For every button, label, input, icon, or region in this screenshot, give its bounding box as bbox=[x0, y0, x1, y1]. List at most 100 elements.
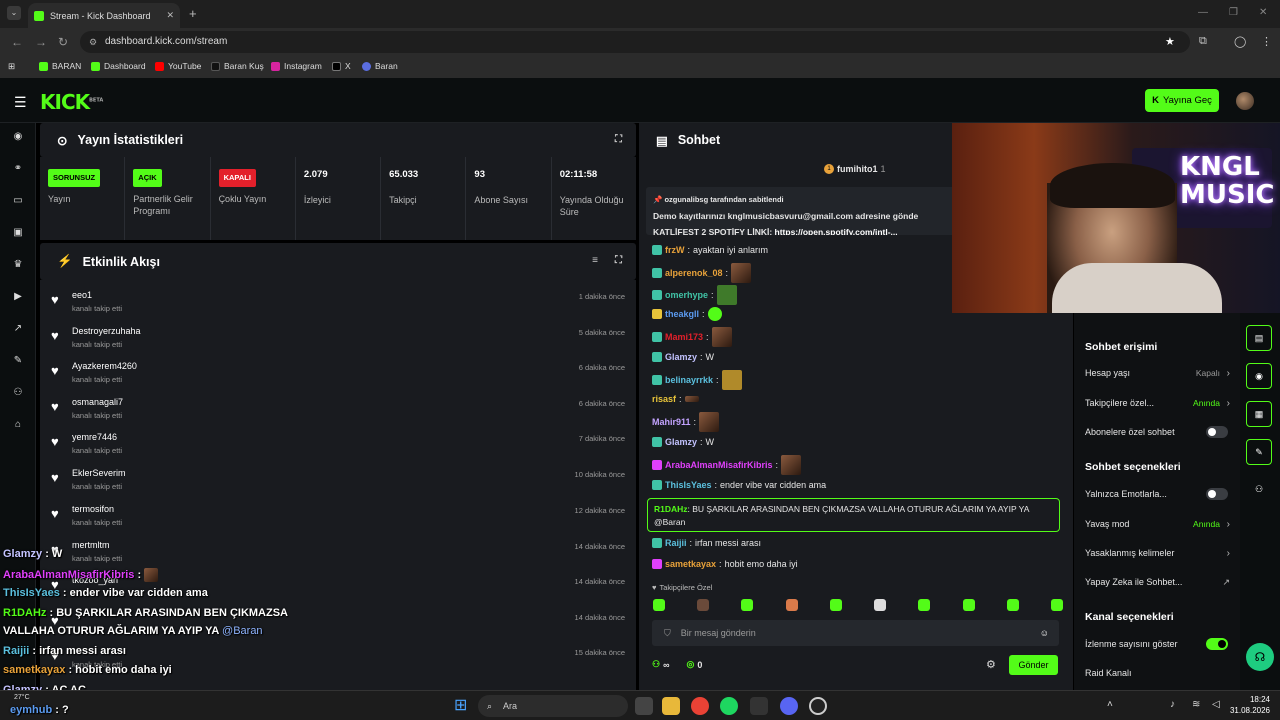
setting-subs-only[interactable]: Abonelere özel sohbet bbox=[1085, 426, 1230, 438]
emote-icon[interactable] bbox=[1050, 599, 1063, 611]
chat-username[interactable]: Raijii bbox=[665, 538, 687, 548]
emote-icon[interactable] bbox=[829, 599, 842, 611]
list-item[interactable]: ♥ eeo1 kanalı takip etti 1 dakika önce bbox=[40, 286, 636, 321]
url-input[interactable]: ⚙ dashboard.kick.com/stream bbox=[80, 31, 1190, 53]
chat-username[interactable]: Glamzy bbox=[665, 352, 697, 362]
emotes-only-toggle[interactable] bbox=[1206, 488, 1228, 500]
apps-icon[interactable]: ⊞ bbox=[8, 61, 15, 72]
tools-icon[interactable]: ✎ bbox=[1246, 439, 1272, 465]
list-item[interactable]: ♥ osmanagali7 kanalı takip etti 6 dakika ön… bbox=[40, 393, 636, 428]
chat-username[interactable]: frzW bbox=[665, 245, 685, 255]
list-item[interactable]: ♥ termosifon kanalı takip etti 12 dakika ön… bbox=[40, 500, 636, 535]
discord-icon[interactable] bbox=[780, 697, 798, 715]
emoji-icon[interactable]: ☺ bbox=[1040, 628, 1049, 638]
bookmark-dashboard[interactable]: Dashboard bbox=[91, 61, 146, 71]
volume-icon[interactable]: ◁ bbox=[1212, 699, 1220, 710]
analytics-icon[interactable]: ↗ bbox=[12, 323, 24, 335]
setting-emotes-only[interactable]: Yalnızca Emotlarla... bbox=[1085, 488, 1230, 500]
system-clock[interactable]: 18:24 31.08.2026 bbox=[1230, 694, 1270, 716]
emote-icon[interactable] bbox=[653, 599, 665, 611]
setting-followers-only[interactable]: Takipçilere özel... Anında › bbox=[1085, 398, 1230, 409]
forward-icon[interactable]: → bbox=[35, 35, 47, 49]
setting-ai-chat[interactable]: Yapay Zeka ile Sohbet... ↗ bbox=[1085, 577, 1230, 588]
stream-icon[interactable]: ◉ bbox=[12, 131, 24, 143]
users-icon[interactable]: ⚇ bbox=[652, 659, 660, 670]
chat-username[interactable]: theakgll bbox=[665, 309, 699, 319]
window-icon[interactable]: ▭ bbox=[12, 195, 24, 207]
expand-icon[interactable]: ⛶ bbox=[615, 134, 622, 145]
video-icon[interactable]: ▶ bbox=[12, 291, 24, 303]
bookmark-star-icon[interactable]: ★ bbox=[1165, 35, 1175, 48]
kick-logo[interactable]: KICKBETA bbox=[40, 90, 103, 114]
chat-username[interactable]: ThisIsYaes bbox=[665, 480, 712, 490]
bookmark-instagram[interactable]: Instagram bbox=[271, 61, 322, 71]
emote-icon[interactable] bbox=[741, 599, 754, 611]
support-icon[interactable]: ☊ bbox=[1246, 643, 1274, 671]
list-item[interactable]: ♥ EklerSeverim kanalı takip etti 10 dakika … bbox=[40, 464, 636, 499]
tab-stream[interactable]: Stream - Kick Dashboard ✕ bbox=[28, 3, 180, 28]
emote-icon[interactable] bbox=[962, 599, 975, 611]
chat-icon[interactable]: ▤ bbox=[1246, 325, 1272, 351]
avatar[interactable] bbox=[1236, 92, 1254, 110]
windows-start-icon[interactable]: ⊞ bbox=[454, 697, 472, 715]
chat-username[interactable]: omerhype bbox=[665, 290, 708, 300]
chat-input[interactable]: ⛉ Bir mesaj gönderin ☺ bbox=[652, 620, 1059, 646]
setting-banned-words[interactable]: Yasaklanmış kelimeler › bbox=[1085, 548, 1230, 559]
dashboard-icon[interactable]: ▣ bbox=[12, 227, 24, 239]
minimize-icon[interactable]: — bbox=[1198, 7, 1208, 18]
setting-show-viewers[interactable]: İzlenme sayısını göster bbox=[1085, 638, 1230, 650]
expand-icon[interactable]: ⛶ bbox=[615, 255, 622, 266]
bookmark-baran[interactable]: BARAN bbox=[39, 61, 81, 71]
bookmark-x[interactable]: X bbox=[332, 61, 351, 71]
stream-icon[interactable]: ◉ bbox=[1246, 363, 1272, 389]
extensions-icon[interactable]: ⧉ bbox=[1199, 35, 1207, 48]
chat-username[interactable]: Mami173 bbox=[665, 332, 703, 342]
chat-username[interactable]: Mahir911 bbox=[652, 417, 691, 427]
new-tab-icon[interactable]: + bbox=[189, 6, 197, 21]
setting-raid[interactable]: Raid Kanalı bbox=[1085, 668, 1230, 678]
show-viewers-toggle[interactable] bbox=[1206, 638, 1228, 650]
tools-icon[interactable]: ✎ bbox=[12, 355, 24, 367]
link-icon[interactable]: ⚭ bbox=[12, 163, 24, 175]
community-icon[interactable]: ⚇ bbox=[12, 387, 24, 399]
list-item[interactable]: ♥ Destroyerzuhaha kanalı takip etti 5 dakik… bbox=[40, 322, 636, 357]
maximize-icon[interactable]: ❐ bbox=[1229, 7, 1238, 18]
mic-icon[interactable]: ♪ bbox=[1170, 699, 1175, 710]
emote-icon[interactable] bbox=[697, 599, 710, 611]
list-item[interactable]: ♥ yemre7446 kanalı takip etti 7 dakika önce bbox=[40, 428, 636, 463]
bookmark-youtube[interactable]: YouTube bbox=[155, 61, 201, 71]
setting-account-age[interactable]: Hesap yaşı Kapalı › bbox=[1085, 368, 1230, 379]
tab-search-icon[interactable]: ⌄ bbox=[7, 6, 21, 20]
spotify-link[interactable]: https://open.spotify.com/intl-... bbox=[775, 227, 898, 235]
profile-icon[interactable]: ◯ bbox=[1234, 35, 1246, 48]
chat-username[interactable]: sametkayax bbox=[665, 559, 716, 569]
emote-icon[interactable] bbox=[785, 599, 798, 611]
chat-username[interactable]: ArabaAlmanMisafirKibris bbox=[665, 460, 773, 470]
trophy-icon[interactable]: ♛ bbox=[12, 259, 24, 271]
chat-username[interactable]: belinayrrkk bbox=[665, 375, 713, 385]
chrome-icon[interactable] bbox=[691, 697, 709, 715]
chat-username[interactable]: alperenok_08 bbox=[665, 268, 723, 278]
store-icon[interactable]: ⌂ bbox=[12, 419, 24, 431]
go-live-button[interactable]: K Yayına Geç bbox=[1145, 89, 1219, 112]
tray-chevron-icon[interactable]: ˄ bbox=[1107, 699, 1113, 710]
hamburger-menu-icon[interactable]: ☰ bbox=[14, 94, 27, 111]
weather-temp[interactable]: 27°C bbox=[14, 694, 30, 701]
emote-icon[interactable] bbox=[1006, 599, 1019, 611]
list-item[interactable]: ♥ Ayazkerem4260 kanalı takip etti 6 dakika … bbox=[40, 357, 636, 392]
filter-icon[interactable]: ≡ bbox=[592, 255, 598, 266]
reload-icon[interactable]: ↻ bbox=[58, 35, 68, 49]
send-button[interactable]: Gönder bbox=[1009, 655, 1058, 675]
chat-username[interactable]: Glamzy bbox=[665, 437, 697, 447]
subs-only-toggle[interactable] bbox=[1206, 426, 1228, 438]
taskbar-search[interactable]: ⌕ Ara bbox=[478, 695, 628, 717]
app-icon[interactable] bbox=[750, 697, 768, 715]
chat-username[interactable]: risasf bbox=[652, 394, 676, 404]
setting-slow-mode[interactable]: Yavaş mod Anında › bbox=[1085, 519, 1230, 530]
community-icon[interactable]: ⚇ bbox=[1246, 477, 1272, 503]
file-explorer-icon[interactable] bbox=[662, 697, 680, 715]
bookmark-tiktok[interactable]: Baran Kuş bbox=[211, 61, 264, 71]
wifi-icon[interactable]: ≋ bbox=[1192, 699, 1200, 710]
archive-icon[interactable]: ▦ bbox=[1246, 401, 1272, 427]
site-info-icon[interactable]: ⚙ bbox=[89, 31, 97, 53]
